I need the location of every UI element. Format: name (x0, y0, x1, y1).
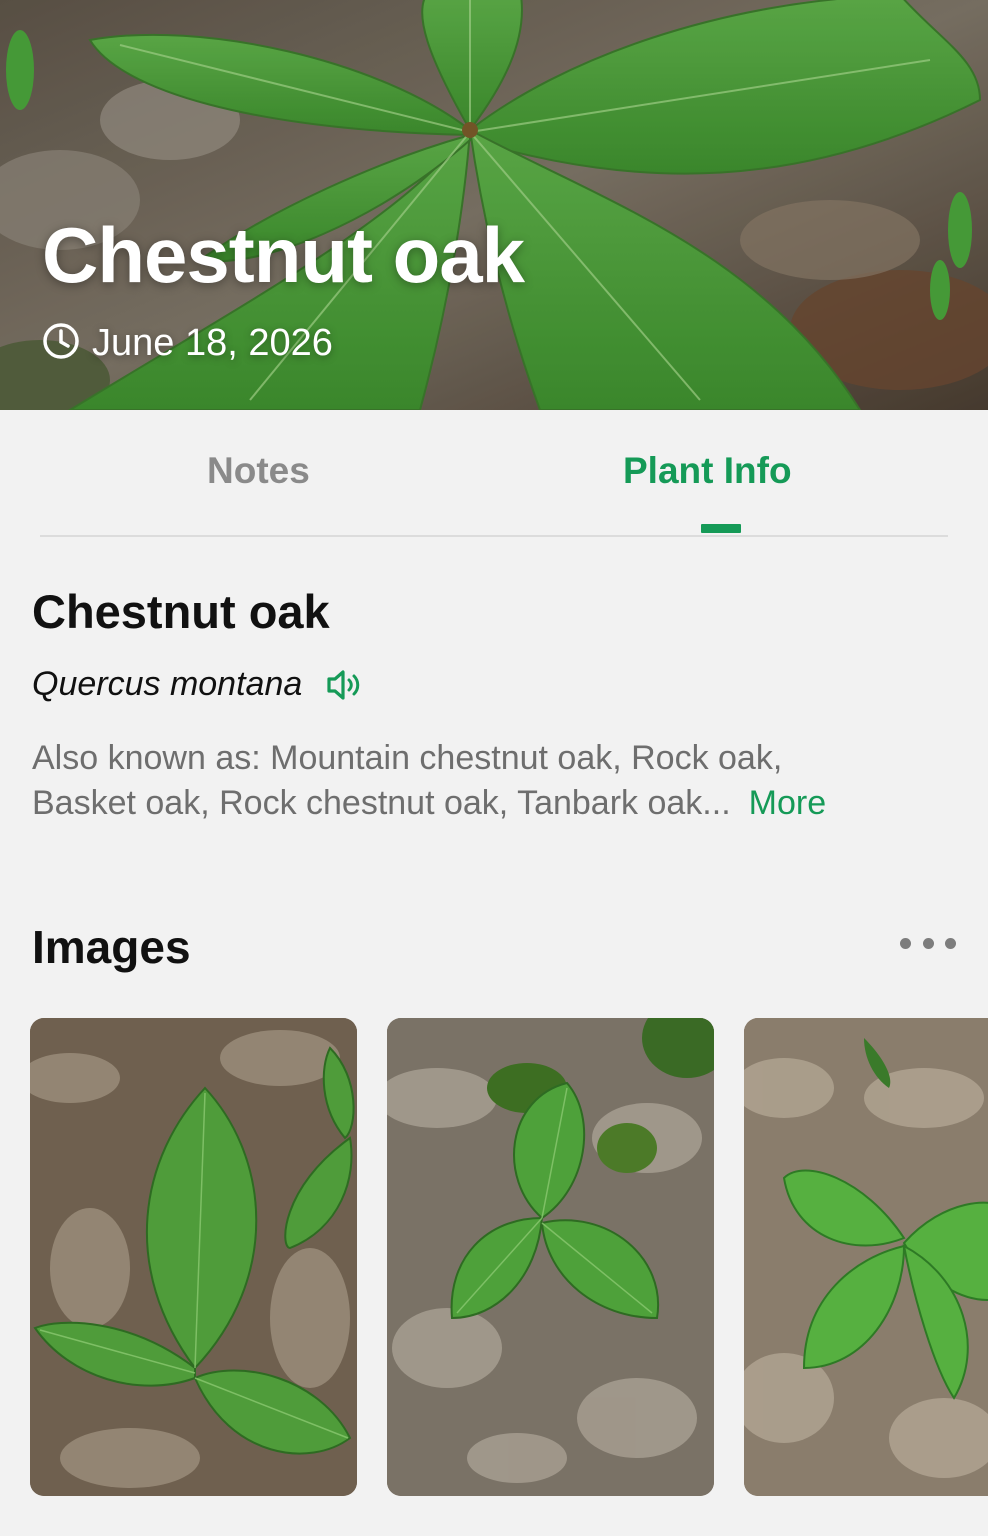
scientific-name-row: Quercus montana (32, 665, 364, 704)
more-link[interactable]: More (749, 784, 826, 822)
aka-line-2: Basket oak, Rock chestnut oak, Tanbark o… (32, 781, 962, 826)
hero-image: Chestnut oak June 18, 2026 (0, 0, 988, 410)
speaker-icon[interactable] (324, 667, 364, 703)
gallery-image-3[interactable] (744, 1018, 988, 1496)
date-row: June 18, 2026 (42, 322, 333, 365)
clock-icon (42, 323, 80, 363)
aka-line-1: Also known as: Mountain chestnut oak, Ro… (32, 739, 783, 777)
tab-plant-info[interactable]: Plant Info (623, 450, 792, 492)
image-gallery (0, 1018, 988, 1498)
date-text: June 18, 2026 (92, 322, 333, 364)
gallery-image-1[interactable] (30, 1018, 357, 1496)
images-heading: Images (32, 921, 191, 973)
more-dots-icon[interactable] (900, 935, 956, 951)
plant-scientific-name: Quercus montana (32, 665, 303, 703)
tab-divider (40, 535, 948, 537)
gallery-image-2[interactable] (387, 1018, 714, 1496)
active-tab-indicator (701, 524, 741, 533)
tab-bar: Notes Plant Info (0, 410, 988, 538)
tab-notes[interactable]: Notes (207, 450, 310, 492)
plant-common-name: Chestnut oak (32, 585, 330, 638)
aka-line-2-text: Basket oak, Rock chestnut oak, Tanbark o… (32, 784, 731, 822)
also-known-as: Also known as: Mountain chestnut oak, Ro… (32, 736, 962, 826)
page-title: Chestnut oak (42, 211, 525, 299)
